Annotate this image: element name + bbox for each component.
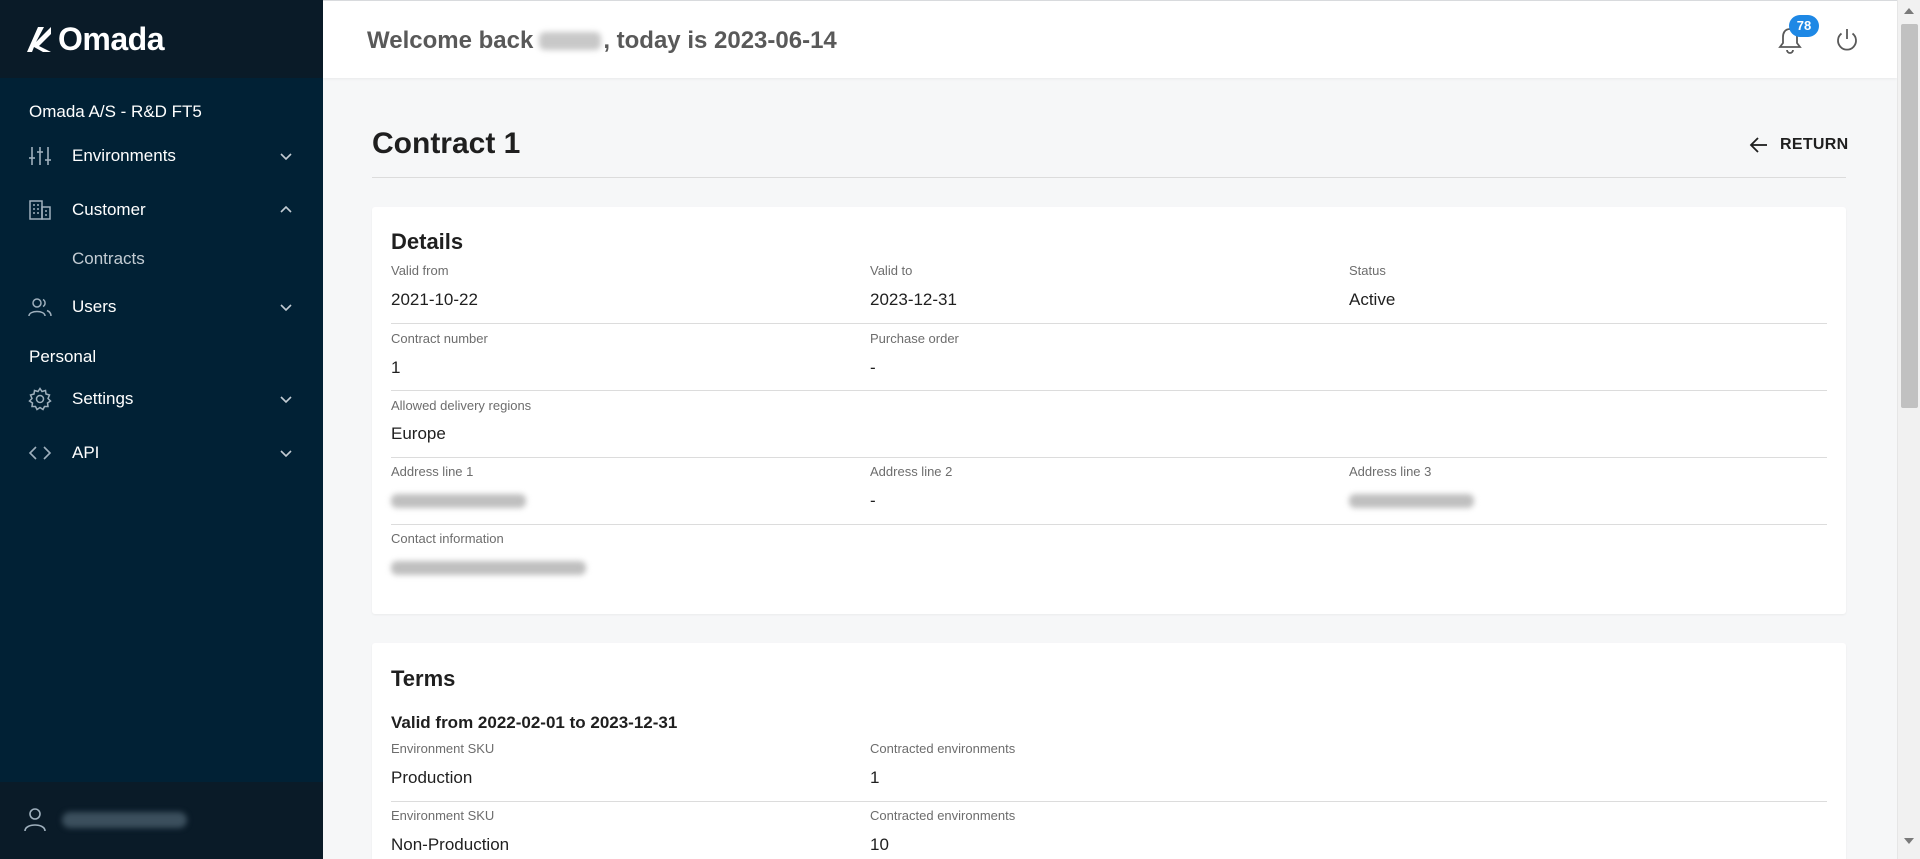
details-card: Details Valid from 2021-10-22 Valid to 2… (372, 207, 1846, 614)
user-name-redacted (62, 812, 187, 828)
org-name: Omada A/S - R&D FT5 (29, 102, 202, 121)
code-icon (28, 446, 52, 460)
scroll-down-arrow-icon[interactable] (1904, 838, 1914, 844)
row-divider (391, 524, 1827, 525)
sidebar-item-label: API (72, 443, 100, 462)
sidebar-item-environments[interactable]: Environments (0, 136, 323, 176)
user-profile[interactable] (0, 782, 323, 859)
sku-value: Non-Production (391, 835, 510, 854)
valid-to-value: 2023-12-31 (870, 290, 957, 309)
power-icon[interactable] (1832, 25, 1862, 55)
contact-label: Contact information (391, 531, 504, 546)
details-title: Details (391, 229, 464, 254)
sidebar-item-label: Customer (72, 200, 146, 219)
contact-value-redacted (391, 561, 586, 575)
address2-label: Address line 2 (870, 464, 953, 479)
status-value: Active (1349, 290, 1396, 309)
sidebar-item-settings[interactable]: Settings (0, 379, 323, 419)
user-first-name-redacted (539, 32, 602, 50)
valid-from-label: Valid from (391, 263, 449, 278)
sidebar-item-api[interactable]: API (0, 433, 323, 473)
notification-badge: 78 (1789, 15, 1819, 37)
section-label-personal: Personal (29, 347, 97, 366)
chevron-down-icon[interactable] (278, 445, 294, 461)
address3-label: Address line 3 (1349, 464, 1432, 479)
address1-label: Address line 1 (391, 464, 474, 479)
sku-value: Production (391, 768, 473, 787)
return-button[interactable]: RETURN (1748, 130, 1848, 160)
sliders-icon (29, 147, 51, 165)
row-divider (391, 323, 1827, 324)
row-divider (391, 457, 1827, 458)
contract-number-value: 1 (391, 358, 401, 377)
terms-period: Valid from 2022-02-01 to 2023-12-31 (391, 713, 678, 732)
valid-to-label: Valid to (870, 263, 913, 278)
page-scrollbar[interactable] (1897, 0, 1920, 859)
valid-from-value: 2021-10-22 (391, 290, 478, 309)
sidebar-item-label: Environments (72, 146, 176, 165)
top-header: Welcome back , today is 2023-06-14 78 (323, 0, 1897, 78)
omada-logo-icon (27, 27, 51, 52)
sidebar-item-customer[interactable]: Customer (0, 190, 323, 230)
title-divider (372, 177, 1846, 178)
address2-value: - (870, 491, 876, 510)
purchase-order-value: - (870, 358, 876, 377)
regions-label: Allowed delivery regions (391, 398, 532, 413)
welcome-prefix: Welcome back (367, 27, 534, 54)
terms-card: Terms Valid from 2022-02-01 to 2023-12-3… (372, 643, 1846, 859)
contracted-count-label: Contracted environments (870, 808, 1016, 823)
sidebar-item-users[interactable]: Users (0, 287, 323, 327)
sidebar-subitem-contracts[interactable]: Contracts (72, 249, 145, 269)
chevron-down-icon[interactable] (278, 299, 294, 315)
chevron-up-icon[interactable] (278, 202, 294, 218)
contracted-count-value: 1 (870, 768, 880, 787)
sku-label: Environment SKU (391, 741, 495, 756)
contract-number-label: Contract number (391, 331, 488, 346)
chevron-down-icon[interactable] (278, 391, 294, 407)
chevron-down-icon[interactable] (278, 148, 294, 164)
sidebar-item-label: Settings (72, 389, 134, 408)
contracted-count-label: Contracted environments (870, 741, 1016, 756)
sku-label: Environment SKU (391, 808, 495, 823)
logo[interactable]: Omada (0, 0, 323, 78)
scroll-up-arrow-icon[interactable] (1904, 8, 1914, 14)
terms-title: Terms (391, 666, 456, 691)
sidebar: Omada Omada A/S - R&D FT5 Environments C… (0, 0, 323, 859)
user-icon (24, 808, 46, 832)
building-icon (29, 200, 51, 220)
welcome-suffix: , today is 2023-06-14 (603, 27, 837, 54)
scroll-thumb[interactable] (1901, 24, 1918, 408)
welcome-message: Welcome back , today is 2023-06-14 (367, 27, 837, 55)
contracted-count-value: 10 (870, 835, 889, 854)
address3-value-redacted (1349, 494, 1474, 508)
arrow-left-icon (1749, 137, 1767, 153)
row-divider (391, 801, 1827, 802)
purchase-order-label: Purchase order (870, 331, 959, 346)
regions-value: Europe (391, 424, 446, 443)
sidebar-item-label: Users (72, 297, 117, 316)
status-label: Status (1349, 263, 1386, 278)
page-title: Contract 1 (372, 127, 521, 160)
users-icon (28, 298, 52, 317)
row-divider (391, 390, 1827, 391)
return-label: RETURN (1780, 136, 1849, 153)
brand-name: Omada (58, 20, 164, 57)
address1-value-redacted (391, 494, 526, 508)
gear-icon (28, 387, 52, 411)
